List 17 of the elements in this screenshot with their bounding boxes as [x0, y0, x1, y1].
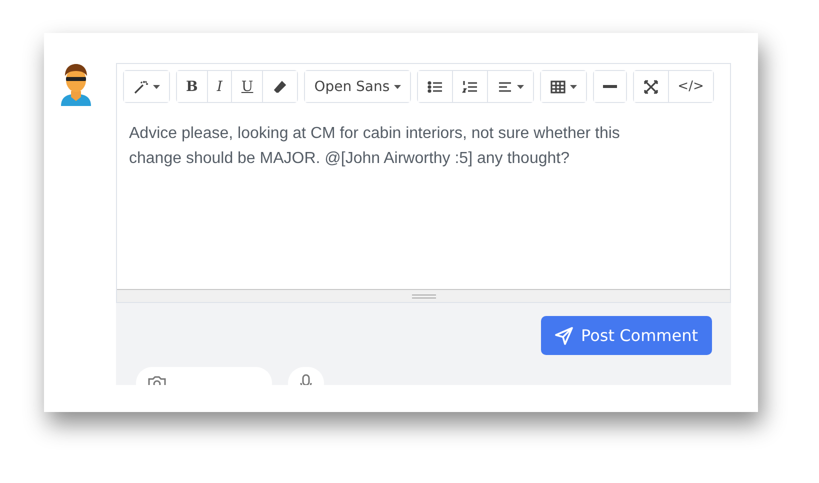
- avatar-icon: [59, 63, 93, 106]
- expand-icon: [642, 78, 659, 94]
- numbered-list-icon: [462, 78, 478, 94]
- comment-editor[interactable]: B I U Open Sans </> Advice please, looking at CM for cabin interiors, not sure whether this change should be MAJOR. @[John Airworthy :5] any thought?: [116, 63, 731, 303]
- bullet-list-icon: [426, 78, 443, 94]
- eraser-icon: [272, 78, 288, 94]
- resize-handle[interactable]: [117, 289, 730, 302]
- toolbar-button[interactable]: [262, 71, 298, 102]
- send-icon: [555, 326, 574, 344]
- dropdown-button[interactable]: [486, 71, 533, 102]
- grip-icon: [412, 294, 436, 298]
- code-view-button[interactable]: </>: [668, 71, 713, 102]
- font-dropdown[interactable]: Open Sans: [305, 71, 410, 102]
- magic-wand-icon: [133, 78, 149, 94]
- comment-text: Advice please, looking at CM for cabin interiors, not sure whether this change should be MAJOR. @[John Airworthy :5] any thought?: [128, 124, 621, 169]
- table-icon: [550, 78, 566, 94]
- post-comment-button[interactable]: Post Comment: [541, 316, 712, 355]
